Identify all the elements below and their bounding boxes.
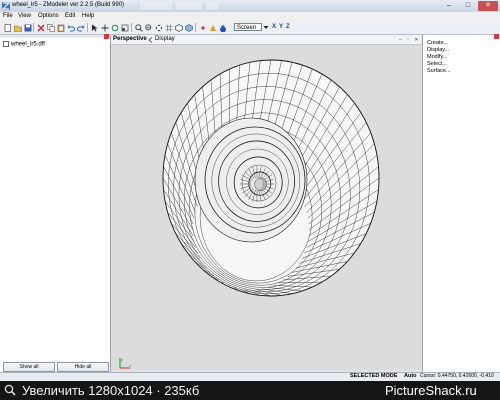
selection-mode-label: SELECTED MODE xyxy=(350,373,398,379)
menu-bar: File View Options Edit Help xyxy=(0,12,500,21)
host-brand-label: PictureShack.ru xyxy=(385,383,477,398)
view-mode-select[interactable]: Screen xyxy=(234,23,262,31)
menu-help[interactable]: Help xyxy=(82,13,94,19)
material-icon[interactable] xyxy=(218,23,228,33)
undo-icon[interactable] xyxy=(66,23,76,33)
vertex-mode-icon[interactable] xyxy=(198,23,208,33)
axis-z-toggle[interactable]: Z xyxy=(286,24,290,30)
window-title: wheel_lr5 - ZModeler ver 2.2.5 (Build 99… xyxy=(12,2,125,8)
auto-mode-label[interactable]: Auto xyxy=(404,373,417,379)
toolbar-separator xyxy=(87,23,88,32)
file-name: wheel_lr5.dff xyxy=(11,41,45,48)
cursor-coordinates: Cursor: 0.44750, 0.42600, -0.410 xyxy=(420,373,494,379)
tab-display[interactable]: Display xyxy=(155,36,175,42)
chevron-left-icon[interactable] xyxy=(148,37,153,43)
magnifier-icon[interactable] xyxy=(4,384,16,396)
3d-viewport[interactable] xyxy=(111,45,421,370)
toolbar-separator xyxy=(33,23,34,32)
rotate-icon[interactable] xyxy=(110,23,120,33)
grid-icon[interactable] xyxy=(164,23,174,33)
new-file-icon[interactable] xyxy=(3,23,13,33)
close-icon[interactable]: ✕ xyxy=(478,1,498,11)
axis-y-toggle[interactable]: Y xyxy=(279,24,283,30)
svg-text:x: x xyxy=(129,363,131,368)
move-icon[interactable] xyxy=(100,23,110,33)
command-modify[interactable]: Modify... xyxy=(427,54,447,60)
axis-gizmo-icon: y x xyxy=(119,357,131,369)
open-folder-icon[interactable] xyxy=(13,23,23,33)
minimize-icon[interactable]: – xyxy=(440,1,458,11)
zoom-in-icon[interactable] xyxy=(134,23,144,33)
background-window-ghost xyxy=(206,2,218,10)
paste-icon[interactable] xyxy=(56,23,66,33)
select-icon[interactable] xyxy=(90,23,100,33)
background-window-ghost xyxy=(140,2,172,10)
zmodeler-app-icon xyxy=(2,2,10,10)
command-display[interactable]: Display... xyxy=(427,47,449,53)
object-list-panel xyxy=(0,35,111,374)
panel-header-strip xyxy=(0,35,110,38)
menu-options[interactable]: Options xyxy=(38,13,59,19)
chevron-down-icon[interactable] xyxy=(263,24,269,31)
show-all-button[interactable]: Show all xyxy=(3,362,55,372)
command-create[interactable]: Create... xyxy=(427,40,448,46)
toolbar-separator xyxy=(195,23,196,32)
command-select[interactable]: Select... xyxy=(427,61,447,67)
enlarge-link[interactable]: Увеличить 1280x1024 · 235кб xyxy=(22,383,199,398)
menu-edit[interactable]: Edit xyxy=(65,13,75,19)
panel-close-icon[interactable] xyxy=(494,34,499,39)
copy-icon[interactable] xyxy=(46,23,56,33)
face-mode-icon[interactable] xyxy=(208,23,218,33)
maximize-icon[interactable]: □ xyxy=(459,1,477,11)
hide-all-button[interactable]: Hide all xyxy=(57,362,109,372)
command-surface[interactable]: Surface... xyxy=(427,68,451,74)
visibility-checkbox[interactable] xyxy=(3,41,9,47)
wireframe-icon[interactable] xyxy=(174,23,184,33)
list-item[interactable]: wheel_lr5.dff xyxy=(3,41,45,48)
save-icon[interactable] xyxy=(23,23,33,33)
wheel-wireframe-model xyxy=(162,59,380,297)
menu-file[interactable]: File xyxy=(3,13,13,19)
redo-icon[interactable] xyxy=(76,23,86,33)
zoom-out-icon[interactable] xyxy=(144,23,154,33)
menu-view[interactable]: View xyxy=(18,13,31,19)
viewport-window-controls[interactable]: – ▫ ✕ xyxy=(399,37,421,43)
background-window-ghost xyxy=(176,2,202,10)
scale-icon[interactable] xyxy=(120,23,130,33)
svg-text:y: y xyxy=(121,357,123,362)
pan-icon[interactable] xyxy=(154,23,164,33)
axis-x-toggle[interactable]: X xyxy=(272,24,276,30)
delete-icon[interactable] xyxy=(36,23,46,33)
shaded-icon[interactable] xyxy=(184,23,194,33)
panel-close-icon[interactable] xyxy=(104,34,109,39)
command-panel xyxy=(422,35,500,374)
tab-perspective[interactable]: Perspective xyxy=(113,36,147,42)
toolbar-separator xyxy=(131,23,132,32)
